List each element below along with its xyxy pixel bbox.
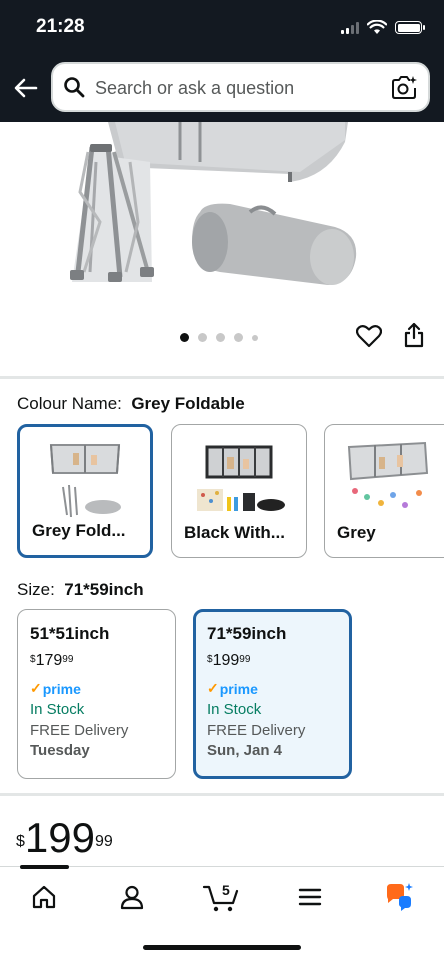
product-price: $19999 xyxy=(16,814,113,861)
camera-search-icon[interactable] xyxy=(390,74,418,102)
nav-cart[interactable]: 5 xyxy=(199,881,243,913)
gallery-pagination xyxy=(180,333,258,342)
colour-option-black[interactable]: Black With... xyxy=(171,424,307,558)
colour-option-thumbnail xyxy=(49,444,121,518)
size-option-price: $19999 xyxy=(207,652,251,669)
status-icons xyxy=(341,20,425,35)
colour-option-grey[interactable]: Grey xyxy=(324,424,444,558)
search-placeholder: Search or ask a question xyxy=(95,78,295,98)
delivery-text: FREE Delivery xyxy=(207,722,306,739)
home-indicator xyxy=(143,945,301,950)
status-time: 21:28 xyxy=(36,16,85,37)
colour-option-thumbnail xyxy=(347,441,429,508)
stock-status: In Stock xyxy=(207,701,262,718)
nav-menu[interactable] xyxy=(288,881,332,913)
header: Search or ask a question xyxy=(0,56,444,122)
colour-label: Colour Name: Grey Foldable xyxy=(17,394,245,413)
prime-badge: ✓ prime xyxy=(30,680,81,697)
rufus-assistant-icon xyxy=(387,883,413,911)
heart-icon[interactable] xyxy=(356,324,382,348)
delivery-text: FREE Delivery xyxy=(30,722,129,739)
divider xyxy=(0,793,444,796)
pagination-dot[interactable] xyxy=(252,334,258,341)
battery-icon xyxy=(395,21,425,34)
colour-option-thumbnail xyxy=(197,445,285,511)
colour-selected-value: Grey Foldable xyxy=(131,394,245,413)
wifi-icon xyxy=(367,20,387,34)
size-option-51x51[interactable]: 51*51inch $17999 ✓ prime In Stock FREE De… xyxy=(17,609,176,779)
delivery-day: Sun, Jan 4 xyxy=(207,742,283,759)
nav-rufus[interactable] xyxy=(377,881,421,913)
signal-icon xyxy=(341,21,359,34)
colour-option-name: Black With... xyxy=(184,523,285,542)
cart-icon: 5 xyxy=(202,882,239,912)
delivery-day: Tuesday xyxy=(30,742,90,759)
nav-account[interactable] xyxy=(110,881,154,913)
stock-status: In Stock xyxy=(30,701,85,718)
nav-active-indicator xyxy=(20,865,69,869)
account-icon xyxy=(120,885,144,910)
size-option-name: 71*59inch xyxy=(207,624,287,643)
prime-badge: ✓ prime xyxy=(207,680,258,697)
size-selected-value: 71*59inch xyxy=(64,580,144,599)
size-option-71x59[interactable]: 71*59inch $19999 ✓ prime In Stock FREE De… xyxy=(193,609,352,779)
home-icon xyxy=(32,885,56,909)
pagination-dot[interactable] xyxy=(180,333,189,342)
back-arrow-icon[interactable] xyxy=(10,72,42,104)
status-bar: 21:28 xyxy=(0,0,444,56)
pagination-dot[interactable] xyxy=(216,333,225,342)
share-icon[interactable] xyxy=(403,322,425,348)
size-option-name: 51*51inch xyxy=(30,624,110,643)
colour-option-name: Grey Fold... xyxy=(32,521,126,540)
menu-icon xyxy=(298,888,322,906)
divider xyxy=(0,376,444,379)
size-option-price: $17999 xyxy=(30,652,74,669)
size-label: Size: 71*59inch xyxy=(17,580,144,599)
colour-option-grey-foldable[interactable]: Grey Fold... xyxy=(17,424,153,558)
pagination-dot[interactable] xyxy=(198,333,207,342)
cart-count: 5 xyxy=(222,882,230,898)
nav-home[interactable] xyxy=(22,881,66,913)
colour-option-name: Grey xyxy=(337,523,376,542)
search-icon xyxy=(64,77,85,98)
pagination-dot[interactable] xyxy=(234,333,243,342)
search-input[interactable]: Search or ask a question xyxy=(51,62,430,112)
